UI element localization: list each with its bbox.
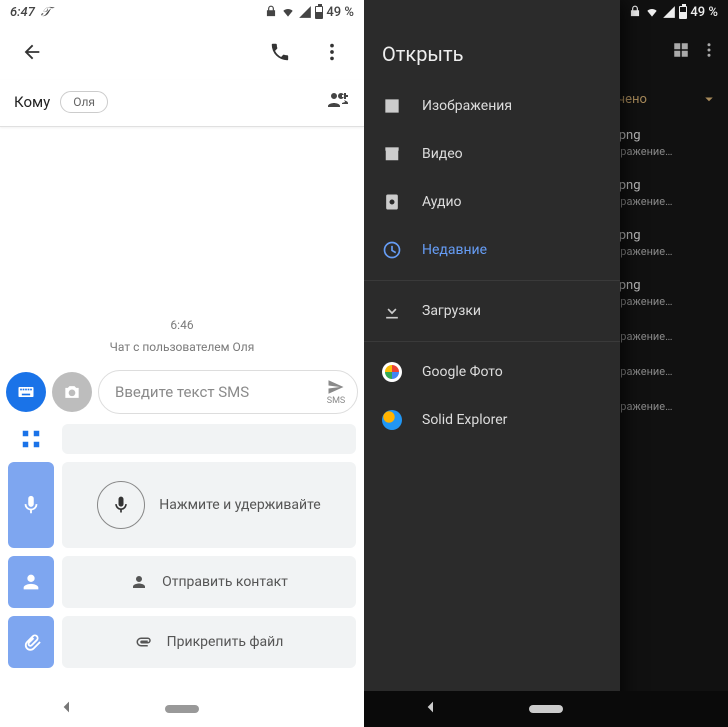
- system-navbar: [0, 691, 364, 727]
- nav-home-button[interactable]: [165, 705, 199, 713]
- file-item[interactable]: ображение…: [608, 353, 728, 388]
- download-icon: [382, 301, 402, 321]
- drawer-item-audio[interactable]: Аудио: [364, 178, 620, 226]
- video-icon: [382, 144, 402, 164]
- overflow-button[interactable]: [312, 32, 352, 72]
- recent-icon: [382, 240, 402, 260]
- signal-icon: [298, 5, 312, 19]
- audio-icon: [382, 192, 402, 212]
- wifi-icon: [645, 5, 659, 19]
- file-item[interactable]: 8.pngображение…: [608, 168, 728, 218]
- mic-icon: [20, 494, 42, 516]
- chevron-down-icon: [700, 90, 718, 108]
- camera-button[interactable]: [52, 372, 92, 412]
- file-item[interactable]: ображение…: [608, 318, 728, 353]
- image-icon: [382, 96, 402, 116]
- file-item[interactable]: ображение…: [608, 388, 728, 423]
- app-bar: [0, 24, 364, 80]
- overflow-button[interactable]: [700, 41, 718, 63]
- message-placeholder: Введите текст SMS: [115, 383, 325, 401]
- attach-row-empty: [62, 424, 356, 454]
- nav-back-button[interactable]: [423, 699, 439, 719]
- more-vert-icon: [700, 41, 718, 59]
- recipient-row: Кому Оля: [0, 80, 364, 127]
- arrow-back-icon: [21, 41, 43, 63]
- send-icon: [325, 378, 347, 396]
- battery-icon: [315, 6, 323, 19]
- voice-record-button[interactable]: Нажмите и удерживайте: [62, 462, 356, 548]
- system-navbar: [364, 691, 728, 727]
- attachment-icon: [135, 633, 153, 651]
- open-with-drawer: Открыть ИзображенияВидеоАудиоНедавние За…: [364, 0, 620, 727]
- battery-icon: [679, 6, 687, 19]
- person-icon: [20, 571, 42, 593]
- picker-toolbar: [630, 24, 728, 80]
- send-contact-label: Отправить контакт: [162, 574, 288, 590]
- attach-file-button[interactable]: Прикрепить файл: [62, 616, 356, 668]
- compose-row: Введите текст SMS SMS: [0, 362, 364, 424]
- file-item[interactable]: 3.pngображение…: [608, 218, 728, 268]
- drawer-item-downloads[interactable]: Загрузки: [364, 287, 620, 335]
- vpn-icon: [628, 5, 642, 19]
- drawer-title: Открыть: [364, 30, 620, 82]
- phone-icon: [269, 41, 291, 63]
- attach-tab-contact[interactable]: [8, 556, 54, 608]
- nav-back-icon: [59, 699, 75, 715]
- message-input[interactable]: Введите текст SMS SMS: [98, 370, 358, 414]
- send-mode-label: SMS: [327, 396, 346, 406]
- message-timestamp: 6:46: [170, 318, 193, 332]
- send-contact-button[interactable]: Отправить контакт: [62, 556, 356, 608]
- solid-explorer-icon: [382, 410, 402, 430]
- keyboard-toggle-button[interactable]: [6, 372, 46, 412]
- wifi-icon: [281, 5, 295, 19]
- attach-file-label: Прикрепить файл: [167, 634, 284, 650]
- mic-circle-icon: [97, 481, 145, 529]
- nav-home-button[interactable]: [529, 705, 563, 713]
- status-time: 6:47: [10, 5, 35, 20]
- drawer-item-video[interactable]: Видео: [364, 130, 620, 178]
- attachment-panel: Нажмите и удерживайте Отправить контакт …: [0, 424, 364, 676]
- keyboard-icon: [16, 382, 36, 402]
- grid-icon: [672, 41, 690, 59]
- conversation-area: 6:46 Чат с пользователем Оля: [0, 127, 364, 362]
- attach-tab-gallery[interactable]: [8, 424, 54, 454]
- attach-tab-file[interactable]: [8, 616, 54, 668]
- vpn-icon: [264, 5, 278, 19]
- chat-with-label: Чат с пользователем Оля: [110, 340, 255, 354]
- signal-icon: [662, 5, 676, 19]
- google-photos-icon: [382, 362, 402, 382]
- drawer-item-google-photos[interactable]: Google Фото: [364, 348, 620, 396]
- nav-back-button[interactable]: [59, 699, 75, 719]
- send-button[interactable]: SMS: [325, 378, 347, 406]
- nav-back-icon: [423, 699, 439, 715]
- call-button[interactable]: [260, 32, 300, 72]
- apps-icon: [20, 428, 42, 450]
- attachment-icon: [20, 631, 42, 653]
- file-item[interactable]: 5.pngображение…: [608, 118, 728, 168]
- drawer-item-image[interactable]: Изображения: [364, 82, 620, 130]
- attach-tab-voice[interactable]: [8, 462, 54, 548]
- battery-percent: 49 %: [326, 5, 354, 20]
- person-icon: [130, 573, 148, 591]
- back-button[interactable]: [12, 32, 52, 72]
- cursive-icon: 𝒯: [41, 5, 51, 20]
- add-recipient-button[interactable]: [326, 88, 350, 116]
- sort-header[interactable]: чено: [608, 80, 728, 118]
- messages-screen: 6:47 𝒯 49 % Кому Оля 6:46 Чат: [0, 0, 364, 727]
- file-picker-screen: 6:48 𝒯 49 % чено 5.pngображение…8.pngобр…: [364, 0, 728, 727]
- status-bar: 6:47 𝒯 49 %: [0, 0, 364, 24]
- to-label: Кому: [14, 93, 50, 111]
- voice-hold-label: Нажмите и удерживайте: [159, 497, 320, 513]
- recipient-chip[interactable]: Оля: [60, 91, 108, 113]
- more-vert-icon: [321, 41, 343, 63]
- drawer-item-recent[interactable]: Недавние: [364, 226, 620, 274]
- file-list-partial: чено 5.pngображение…8.pngображение…3.png…: [608, 80, 728, 423]
- camera-icon: [62, 382, 82, 402]
- drawer-item-solid-explorer[interactable]: Solid Explorer: [364, 396, 620, 444]
- battery-percent: 49 %: [690, 5, 718, 20]
- file-item[interactable]: 5.pngображение…: [608, 268, 728, 318]
- group-add-icon: [326, 88, 350, 112]
- view-grid-button[interactable]: [672, 41, 690, 63]
